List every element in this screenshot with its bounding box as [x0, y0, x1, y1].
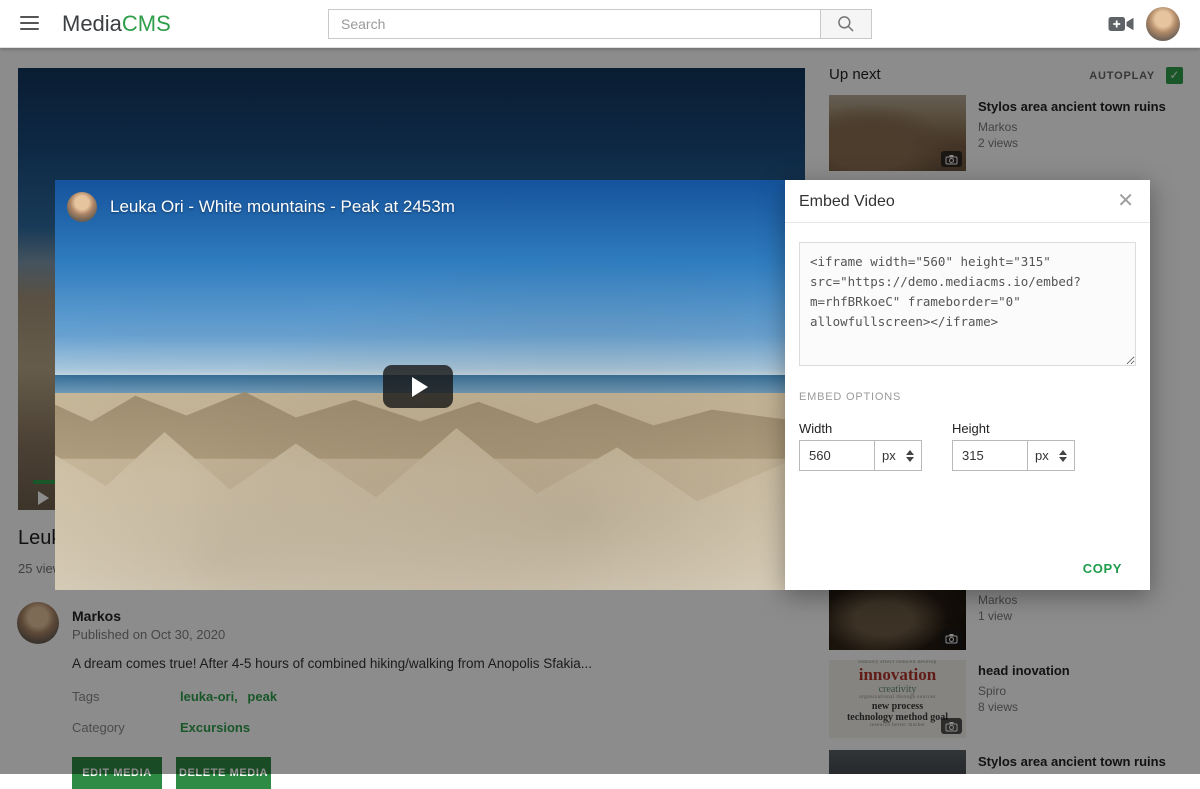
dialog-title: Embed Video: [799, 193, 895, 211]
channel-avatar[interactable]: [67, 192, 97, 222]
top-bar: MediaCMS: [0, 0, 1200, 48]
preview-video-title: Leuka Ori - White mountains - Peak at 24…: [110, 197, 455, 217]
logo-media-text: Media: [62, 11, 122, 36]
dialog-header: Embed Video ✕: [785, 180, 1150, 223]
width-unit-select[interactable]: px: [875, 440, 922, 471]
width-input[interactable]: [799, 440, 875, 471]
logo[interactable]: MediaCMS: [62, 11, 171, 37]
width-unit-value: px: [882, 448, 906, 463]
width-label: Width: [799, 421, 832, 436]
search-form: [328, 9, 872, 39]
embed-video-dialog: Embed Video ✕ <iframe width="560" height…: [785, 180, 1150, 590]
search-input[interactable]: [328, 9, 820, 39]
search-button[interactable]: [820, 9, 872, 39]
height-label: Height: [952, 421, 990, 436]
close-icon[interactable]: ✕: [1117, 190, 1134, 212]
play-icon: [412, 377, 428, 397]
height-input[interactable]: [952, 440, 1028, 471]
embed-code-textarea[interactable]: <iframe width="560" height="315" src="ht…: [799, 242, 1136, 366]
user-avatar[interactable]: [1146, 7, 1180, 41]
stepper-arrows-icon: [1059, 450, 1067, 462]
upload-video-icon[interactable]: [1108, 14, 1134, 34]
logo-cms-text: CMS: [122, 11, 171, 36]
stepper-arrows-icon: [906, 450, 914, 462]
copy-button[interactable]: COPY: [1083, 561, 1122, 576]
hamburger-menu-icon[interactable]: [20, 16, 39, 31]
embed-options-label: EMBED OPTIONS: [799, 391, 901, 403]
embed-preview-player[interactable]: Leuka Ori - White mountains - Peak at 24…: [55, 180, 785, 590]
height-unit-value: px: [1035, 448, 1059, 463]
search-icon: [836, 14, 856, 34]
preview-title-bar: Leuka Ori - White mountains - Peak at 24…: [67, 192, 455, 222]
height-unit-select[interactable]: px: [1028, 440, 1075, 471]
play-button[interactable]: [383, 365, 453, 408]
